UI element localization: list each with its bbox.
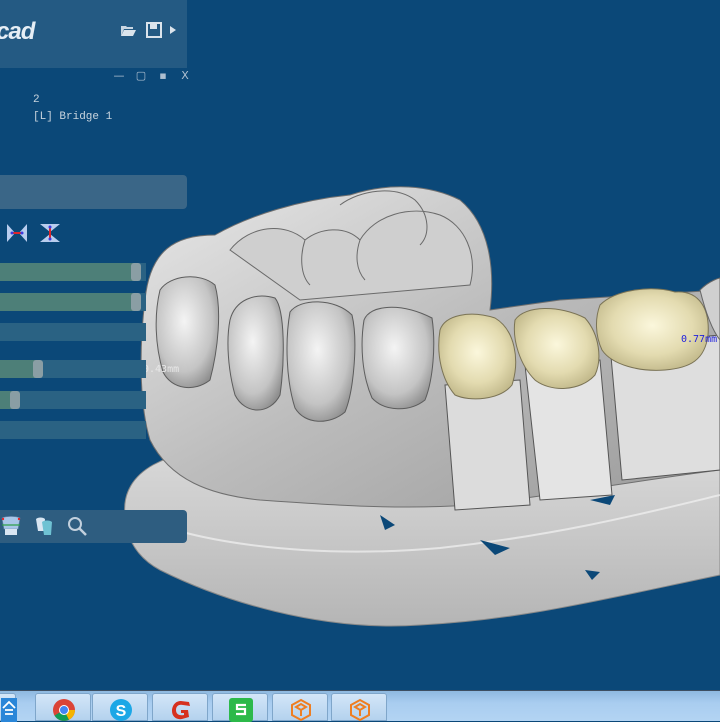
project-info: 2 [L] Bridge 1 (33, 92, 112, 126)
expand-arrow-icon[interactable] (168, 22, 178, 38)
slider-thumb[interactable] (131, 293, 141, 311)
pin-button[interactable]: ▪ (156, 70, 170, 82)
close-button[interactable]: X (178, 70, 192, 82)
measurement-label-0-43: 0.43mm (143, 364, 180, 375)
svg-text:S: S (116, 703, 127, 720)
vertical-contact-icon[interactable] (38, 222, 62, 244)
bottom-toolbar (0, 510, 187, 543)
magnifier-icon[interactable] (66, 515, 88, 537)
exocad-icon (291, 698, 311, 722)
chrome-icon (53, 699, 75, 721)
windows-taskbar: S (0, 690, 720, 722)
section-header-bar[interactable] (0, 175, 187, 209)
info-number: 2 (33, 94, 40, 106)
slider-5[interactable] (0, 391, 146, 409)
crown-1 (438, 313, 517, 400)
slider-4[interactable] (0, 360, 146, 378)
slider-thumb[interactable] (10, 391, 20, 409)
3d-viewport[interactable]: 0.43mm 0.77mm cad — ▢ ▪ X 2 [L] Bridge 1 (0, 0, 720, 690)
restore-button[interactable]: ▢ (134, 70, 148, 82)
red-g-icon (172, 701, 190, 720)
slider-fill (0, 263, 136, 281)
slider-6[interactable] (0, 421, 146, 439)
panel-header: cad (0, 0, 187, 68)
slider-fill (0, 293, 136, 311)
skype-icon: S (110, 699, 132, 721)
die-1 (444, 379, 531, 511)
taskbar-app-wps-sheet[interactable] (212, 693, 268, 722)
teeth-icon[interactable] (33, 515, 55, 537)
app-brand-logo: cad (0, 18, 35, 45)
exocad-icon (350, 698, 370, 722)
taskbar-app-qq[interactable] (0, 693, 17, 722)
measurement-label-0-77: 0.77mm (681, 334, 718, 345)
minimize-button[interactable]: — (112, 70, 126, 82)
taskbar-app-exocad-2[interactable] (331, 693, 387, 722)
slider-3[interactable] (0, 323, 146, 341)
taskbar-app-exocad-1[interactable] (272, 693, 328, 722)
qq-icon (1, 698, 17, 722)
window-controls: — ▢ ▪ X (112, 70, 192, 82)
horizontal-contact-icon[interactable] (5, 222, 29, 244)
slider-thumb[interactable] (131, 263, 141, 281)
info-bridge-label: [L] Bridge 1 (33, 111, 113, 123)
taskbar-app-red-g[interactable] (152, 693, 208, 721)
taskbar-app-skype[interactable]: S (92, 693, 148, 721)
taskbar-app-chrome[interactable] (35, 693, 91, 721)
tooth-margin-icon[interactable] (0, 515, 22, 537)
wps-s-icon (229, 698, 253, 722)
save-icon[interactable] (146, 22, 162, 38)
slider-1[interactable] (0, 263, 146, 281)
folder-open-icon[interactable] (120, 22, 136, 38)
slider-thumb[interactable] (33, 360, 43, 378)
crown-3 (596, 288, 709, 371)
slider-2[interactable] (0, 293, 146, 311)
